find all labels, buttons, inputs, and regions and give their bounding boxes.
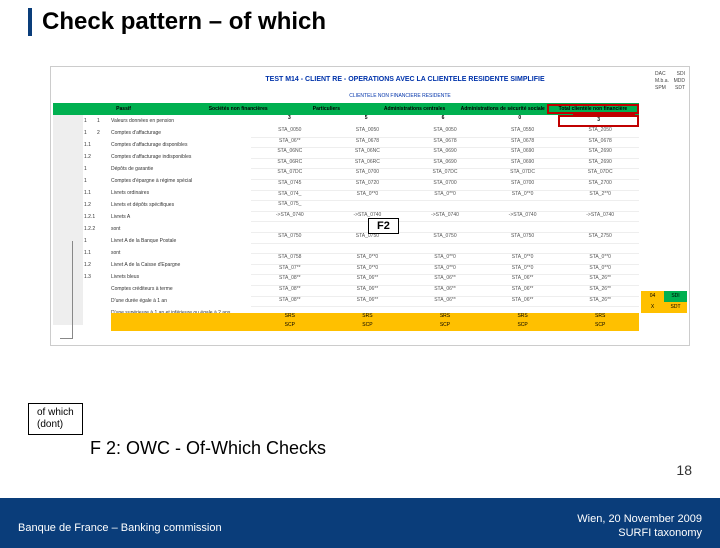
slide-footer: Banque de France – Banking commission Wi… (0, 498, 720, 548)
ss-row-labels: Valeurs données en pensionComptes d'affa… (111, 115, 251, 331)
ss-row-subindex: 12 (97, 115, 107, 139)
ss-right-orange: 04SDI XSDT (641, 291, 687, 313)
ss-doc-title: TEST M14 - CLIENT RE - OPERATIONS AVEC L… (161, 73, 649, 87)
ss-orange-footer: SRSSRSSRSSRSSRS SCPSCPSCPSCPSCP (111, 313, 639, 331)
slide-title: Check pattern – of which (42, 8, 720, 36)
f2-callout-label: F2 (368, 218, 399, 234)
slide-subtitle: F 2: OWC - Of-Which Checks (90, 438, 326, 459)
ss-row-numbers: 111.11.2111.11.21.2.11.2.211.11.21.3 (84, 115, 96, 283)
page-number: 18 (676, 462, 692, 478)
of-which-callout: of which (dont) (28, 403, 83, 435)
ss-column-headers: Passif Sociétés non financières Particul… (53, 103, 639, 115)
spreadsheet-screenshot: TEST M14 - CLIENT RE - OPERATIONS AVEC L… (50, 66, 690, 346)
footer-left-text: Banque de France – Banking commission (18, 522, 222, 534)
ss-sub-header: CLIENTELE NON FINANCIERE RESIDENTE (161, 91, 639, 101)
callout-leader-line (60, 338, 73, 339)
callout-leader-line (72, 241, 73, 339)
ss-meta-box: DACSDI M.b.a.MDD SPMSDT (653, 71, 687, 92)
ss-data-cells: STA_0050STA_06**STA_06NCSTA_06RCSTA_07DC… (251, 127, 639, 307)
ss-top-values: 35603 (251, 115, 639, 127)
footer-right-text: Wien, 20 November 2009 SURFI taxonomy (577, 512, 702, 540)
ss-row-gutter (53, 115, 83, 325)
